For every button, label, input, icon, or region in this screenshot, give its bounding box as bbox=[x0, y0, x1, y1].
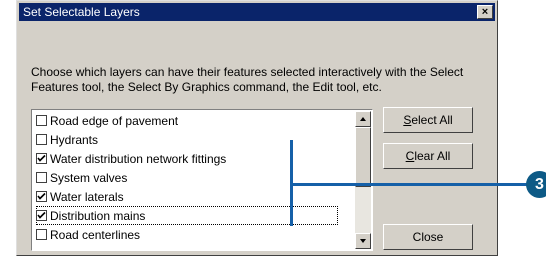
scroll-thumb[interactable] bbox=[355, 127, 371, 187]
layer-list-item[interactable]: Hydrants bbox=[36, 130, 346, 149]
layer-label: Road edge of pavement bbox=[50, 113, 179, 128]
layer-label: Road centerlines bbox=[50, 227, 141, 242]
unchecked-checkbox-icon[interactable] bbox=[36, 172, 47, 183]
callout-line-horizontal bbox=[290, 183, 530, 186]
clear-all-label: lear All bbox=[414, 149, 451, 163]
unchecked-checkbox-icon[interactable] bbox=[36, 229, 47, 240]
layer-label: Hydrants bbox=[50, 132, 99, 147]
close-icon[interactable]: × bbox=[477, 5, 493, 19]
layer-list-item[interactable]: Road edge of pavement bbox=[36, 111, 346, 130]
step-callout-badge: 3 bbox=[526, 171, 546, 198]
arrow-down-icon bbox=[360, 239, 366, 243]
dialog-title: Set Selectable Layers bbox=[23, 5, 140, 19]
clear-all-button[interactable]: Clear All bbox=[383, 143, 473, 169]
title-bar[interactable]: Set Selectable Layers × bbox=[19, 3, 495, 21]
instructions-text: Choose which layers can have their featu… bbox=[31, 65, 464, 94]
scroll-down-button[interactable] bbox=[355, 233, 371, 249]
layer-list-item[interactable]: Water distribution network fittings bbox=[36, 149, 346, 168]
unchecked-checkbox-icon[interactable] bbox=[36, 134, 47, 145]
layer-label: System valves bbox=[50, 170, 128, 185]
select-all-label: elect All bbox=[411, 113, 453, 127]
layer-list-item[interactable]: Water laterals bbox=[36, 187, 346, 206]
layer-label: Distribution mains bbox=[50, 208, 146, 223]
layer-list[interactable]: Road edge of pavement Hydrants Water distr… bbox=[31, 109, 373, 251]
checked-checkbox-icon[interactable] bbox=[36, 191, 47, 202]
set-selectable-layers-dialog: Set Selectable Layers × Choose which lay… bbox=[16, 0, 498, 256]
scroll-up-button[interactable] bbox=[355, 111, 371, 127]
checked-checkbox-icon[interactable] bbox=[36, 153, 47, 164]
clear-all-mnemonic: C bbox=[405, 149, 415, 163]
select-all-button[interactable]: Select All bbox=[383, 107, 473, 133]
close-button[interactable]: Close bbox=[383, 224, 473, 250]
list-scrollbar[interactable] bbox=[355, 111, 371, 249]
layer-list-item[interactable]: Road centerlines bbox=[36, 225, 346, 244]
layer-list-items: Road edge of pavement Hydrants Water distr… bbox=[36, 111, 346, 244]
layer-label: Water distribution network fittings bbox=[50, 151, 227, 166]
arrow-up-icon bbox=[360, 117, 366, 121]
layer-label: Water laterals bbox=[50, 189, 124, 204]
checked-checkbox-icon[interactable] bbox=[36, 210, 47, 221]
unchecked-checkbox-icon[interactable] bbox=[36, 115, 47, 126]
